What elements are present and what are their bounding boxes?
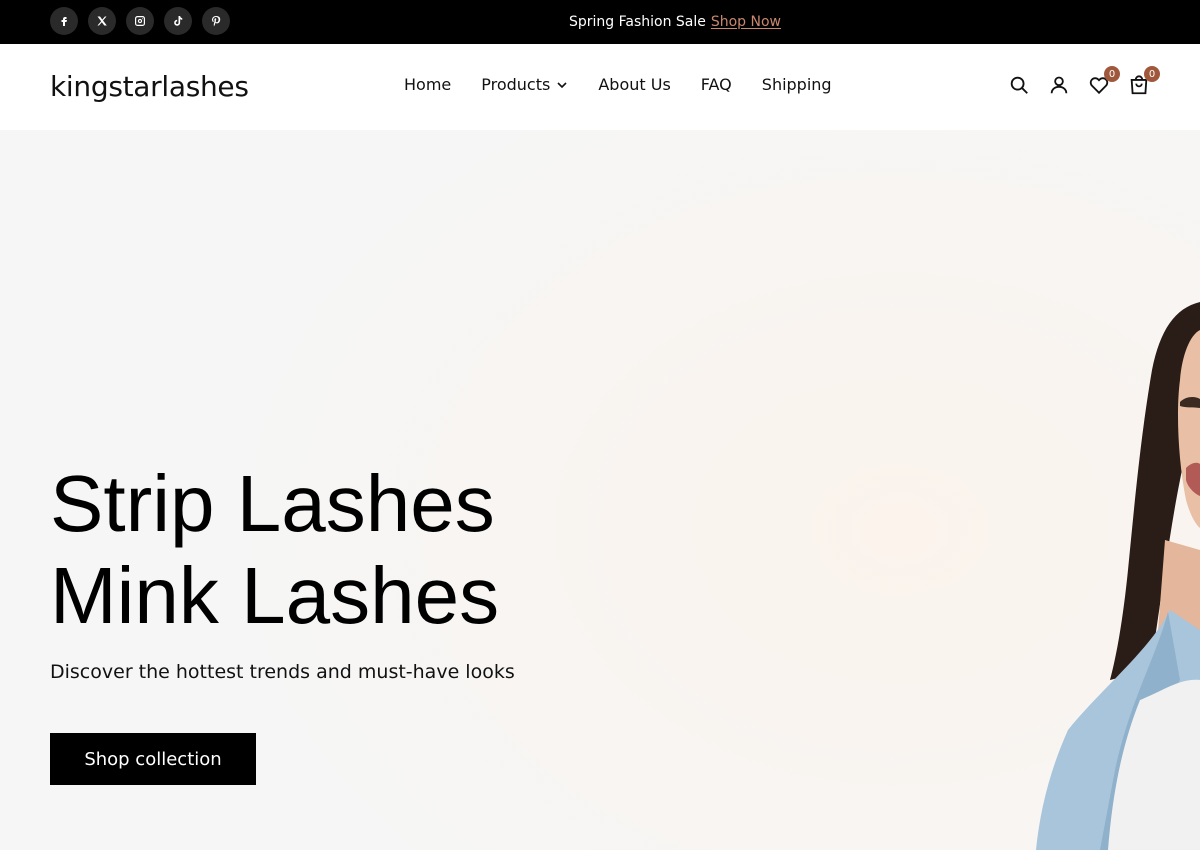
header-actions: 0 0 [1008, 66, 1160, 96]
hero-title-line1: Strip Lashes [50, 459, 495, 548]
hero-subtitle: Discover the hottest trends and must-hav… [50, 661, 515, 683]
announcement-bar: Spring Fashion Sale Shop Now [0, 0, 1200, 44]
hero-banner: Strip Lashes Mink Lashes Discover the ho… [0, 130, 1200, 850]
shop-collection-button[interactable]: Shop collection [50, 733, 256, 785]
social-links [50, 7, 230, 35]
facebook-icon[interactable] [50, 7, 78, 35]
wishlist-count-badge: 0 [1104, 66, 1120, 82]
hero-title-line2: Mink Lashes [50, 551, 500, 640]
nav-products[interactable]: Products [481, 75, 568, 94]
search-icon[interactable] [1008, 74, 1030, 96]
account-icon[interactable] [1048, 74, 1070, 96]
wishlist-icon[interactable]: 0 [1088, 66, 1120, 96]
x-icon[interactable] [88, 7, 116, 35]
nav-about-us-label: About Us [598, 75, 671, 94]
nav-home-label: Home [404, 75, 452, 94]
site-header: kingstarlashes Home Products About Us FA… [0, 44, 1200, 130]
instagram-icon[interactable] [126, 7, 154, 35]
nav-faq[interactable]: FAQ [701, 75, 732, 94]
hero-model-image [1036, 302, 1200, 850]
pinterest-icon[interactable] [202, 7, 230, 35]
shop-now-link[interactable]: Shop Now [711, 14, 781, 30]
main-nav: Home Products About Us FAQ Shipping [404, 75, 832, 94]
hero-title: Strip Lashes Mink Lashes [50, 458, 499, 642]
tiktok-icon[interactable] [164, 7, 192, 35]
cart-count-badge: 0 [1144, 66, 1160, 82]
nav-shipping[interactable]: Shipping [762, 75, 832, 94]
nav-home[interactable]: Home [404, 75, 451, 94]
nav-products-label: Products [481, 75, 551, 94]
cart-icon[interactable]: 0 [1128, 66, 1160, 96]
announcement-text: Spring Fashion Sale [568, 14, 706, 30]
site-logo[interactable]: kingstarlashes [50, 70, 249, 103]
nav-shipping-label: Shipping [761, 75, 832, 94]
nav-about-us[interactable]: About Us [598, 75, 670, 94]
nav-faq-label: FAQ [700, 75, 732, 94]
chevron-down-icon [557, 81, 567, 88]
